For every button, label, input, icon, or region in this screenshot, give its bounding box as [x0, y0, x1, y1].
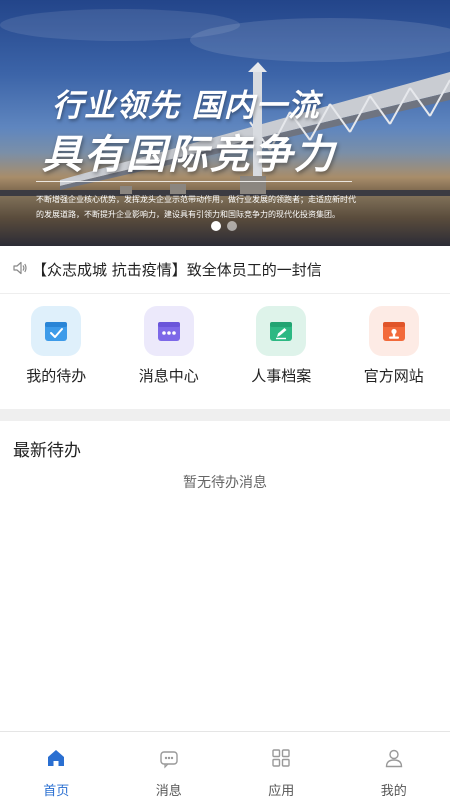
section-divider [0, 409, 450, 421]
bottom-tab-bar: 首页 消息 应用 我的 [0, 731, 450, 800]
carousel-dot[interactable] [227, 221, 237, 231]
banner-headline-secondary: 具有国际竞争力 [42, 132, 336, 178]
banner-description: 不断增强企业核心优势，发挥龙头企业示范带动作用，做行业发展的领跑者；走适应新时代… [36, 195, 356, 219]
tab-label: 应用 [268, 784, 295, 799]
notice-text[interactable]: 【众志成城 抗击疫情】致全体员工的一封信 [32, 259, 322, 280]
tab-me[interactable]: 我的 [338, 732, 450, 800]
tab-home[interactable]: 首页 [0, 732, 113, 800]
apps-grid-icon [270, 747, 292, 773]
quick-action-label: 我的待办 [26, 367, 87, 385]
quick-action-my-todo[interactable]: 我的待办 [0, 294, 113, 406]
tab-label: 消息 [155, 784, 182, 799]
message-icon [158, 747, 180, 773]
quick-action-hr-records[interactable]: 人事档案 [225, 294, 338, 406]
carousel-indicator [211, 221, 237, 231]
edit-document-icon [256, 306, 307, 356]
notice-bar[interactable]: 【众志成城 抗击疫情】致全体员工的一封信 [0, 246, 450, 294]
quick-action-official-website[interactable]: 官方网站 [338, 294, 450, 406]
quick-action-label: 人事档案 [251, 367, 312, 385]
banner-divider [36, 181, 352, 182]
tab-messages[interactable]: 消息 [113, 732, 226, 800]
empty-todo-message: 暂无待办消息 [183, 475, 267, 491]
speaker-icon [12, 260, 28, 280]
banner-headline-primary: 行业领先 国内一流 [52, 88, 320, 124]
banner-carousel[interactable]: 行业领先 国内一流 具有国际竞争力 不断增强企业核心优势，发挥龙头企业示范带动作… [0, 0, 450, 246]
tab-apps[interactable]: 应用 [225, 732, 338, 800]
user-icon [383, 747, 405, 773]
website-stamp-icon [368, 306, 419, 356]
quick-action-message-center[interactable]: 消息中心 [113, 294, 226, 406]
carousel-dot-active[interactable] [211, 221, 221, 231]
tab-label: 我的 [380, 784, 407, 799]
tab-label: 首页 [43, 784, 70, 799]
message-icon [143, 306, 194, 356]
latest-todo-title: 最新待办 [13, 441, 81, 461]
quick-action-label: 消息中心 [138, 367, 199, 385]
calendar-check-icon [31, 306, 82, 356]
quick-action-label: 官方网站 [363, 367, 424, 385]
home-icon [45, 747, 67, 773]
quick-actions: 我的待办 消息中心 人事档案 官方网站 [0, 294, 450, 406]
